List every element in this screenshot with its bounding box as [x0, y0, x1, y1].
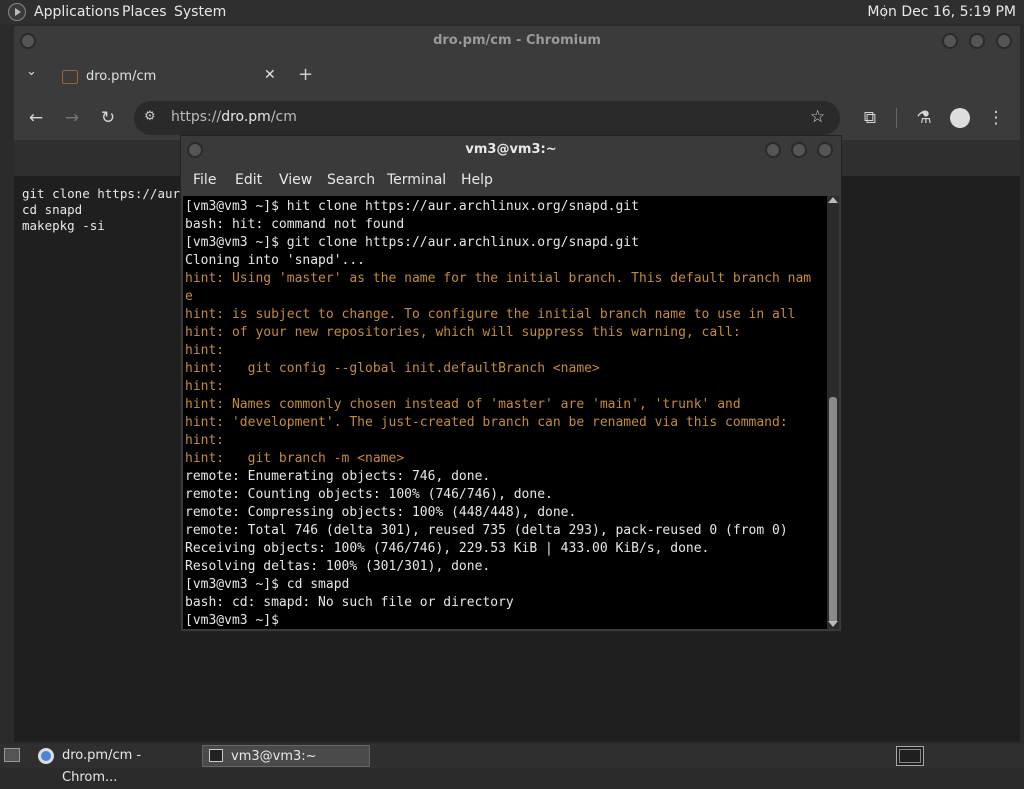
- url-scheme: https://: [171, 109, 222, 125]
- terminal-line: bash: hit: command not found: [185, 217, 405, 232]
- menu-kebab-icon[interactable]: ⋮: [982, 104, 1010, 132]
- terminal-line: bash: cd: smapd: No such file or directo…: [185, 595, 514, 610]
- menu-applications[interactable]: Applications: [34, 0, 120, 24]
- terminal-line: hint: is subject to change. To configure…: [185, 307, 796, 322]
- task-chromium-label: dro.pm/cm - Chrom...: [62, 748, 142, 785]
- terminal-maximize-button[interactable]: [791, 142, 807, 158]
- terminal-menu-help[interactable]: Help: [461, 164, 493, 196]
- bookmark-star-icon[interactable]: ☆: [810, 107, 825, 127]
- window-menu-icon[interactable]: [20, 33, 36, 49]
- terminal-line: hint:: [185, 343, 225, 358]
- tab-strip: ⌄ dro.pm/cm ✕ +: [14, 56, 1020, 96]
- terminal-titlebar: vm3@vm3:~: [181, 136, 841, 164]
- menu-places[interactable]: Places: [122, 0, 167, 24]
- close-button[interactable]: [996, 33, 1012, 49]
- terminal-minimize-button[interactable]: [765, 142, 781, 158]
- task-terminal[interactable]: vm3@vm3:~: [202, 745, 370, 767]
- terminal-line: [vm3@vm3 ~]$ hit clone https://aur.archl…: [185, 199, 639, 214]
- terminal-menubar: File Edit View Search Terminal Help: [181, 164, 841, 196]
- url-text: https://dro.pm/cm: [171, 109, 297, 125]
- tab-active[interactable]: dro.pm/cm ✕: [50, 62, 286, 96]
- back-icon[interactable]: ←: [22, 104, 50, 132]
- top-panel: Applications Places System Mon Dec 16, 5…: [0, 0, 1024, 24]
- labs-flask-icon[interactable]: ⚗: [910, 104, 938, 132]
- distro-logo-icon[interactable]: [8, 3, 26, 21]
- terminal-line: hint:: [185, 379, 225, 394]
- task-chromium[interactable]: dro.pm/cm - Chrom...: [32, 745, 200, 785]
- terminal-menu-terminal[interactable]: Terminal: [387, 164, 446, 196]
- terminal-line: hint: Names commonly chosen instead of '…: [185, 397, 741, 412]
- scroll-down-icon[interactable]: [828, 621, 838, 627]
- forward-icon[interactable]: →: [58, 104, 86, 132]
- task-terminal-label: vm3@vm3:~: [231, 749, 317, 764]
- terminal-line: Resolving deltas: 100% (301/301), done.: [185, 559, 491, 574]
- window-title: dro.pm/cm - Chromium: [14, 26, 1020, 56]
- url-host: dro.pm: [221, 109, 271, 125]
- reload-icon[interactable]: ↻: [94, 104, 122, 132]
- menu-system[interactable]: System: [174, 0, 226, 24]
- show-desktop-icon[interactable]: [4, 748, 20, 762]
- terminal-line: Receiving objects: 100% (746/746), 229.5…: [185, 541, 710, 556]
- chromium-icon: [38, 748, 54, 764]
- terminal-menu-view[interactable]: View: [279, 164, 312, 196]
- favicon-icon: [62, 70, 78, 84]
- extensions-icon[interactable]: ⧉: [856, 104, 884, 132]
- tab-title: dro.pm/cm: [86, 69, 157, 84]
- terminal-menu-file[interactable]: File: [193, 164, 216, 196]
- terminal-line: hint: of your new repositories, which wi…: [185, 325, 741, 340]
- tab-search-icon[interactable]: ⌄: [26, 64, 37, 79]
- scrollbar-thumb[interactable]: [829, 397, 837, 623]
- bottom-panel: dro.pm/cm - Chrom... vm3@vm3:~: [0, 744, 1024, 785]
- terminal-line: remote: Counting objects: 100% (746/746)…: [185, 487, 553, 502]
- toolbar-divider: [896, 108, 897, 128]
- toolbar: ← → ↻ ⚙ https://dro.pm/cm ☆ ⧉ ⚗ ⋮: [14, 96, 1020, 140]
- terminal-line: [vm3@vm3 ~]$ cd smapd: [185, 577, 350, 592]
- workspace-switcher[interactable]: [896, 746, 924, 766]
- terminal-line: Cloning into 'snapd'...: [185, 253, 366, 268]
- terminal-window: vm3@vm3:~ File Edit View Search Terminal…: [181, 136, 841, 631]
- scroll-up-icon[interactable]: [828, 197, 838, 203]
- terminal-line: hint: git config --global init.defaultBr…: [185, 361, 600, 376]
- terminal-scrollbar[interactable]: [827, 196, 839, 629]
- terminal-line: hint: 'development'. The just-created br…: [185, 415, 788, 430]
- window-title-text: dro.pm/cm - Chromium: [433, 33, 601, 48]
- terminal-line: remote: Total 746 (delta 301), reused 73…: [185, 523, 788, 538]
- terminal-line: remote: Compressing objects: 100% (448/4…: [185, 505, 577, 520]
- terminal-line: [vm3@vm3 ~]$: [185, 613, 287, 628]
- terminal-menu-search[interactable]: Search: [327, 164, 375, 196]
- terminal-output[interactable]: [vm3@vm3 ~]$ hit clone https://aur.archl…: [183, 196, 827, 629]
- terminal-menu-edit[interactable]: Edit: [235, 164, 262, 196]
- terminal-line: hint: git branch -m <name>: [185, 451, 405, 466]
- page-text: git clone https://aur cd snapd makepkg -…: [22, 186, 181, 233]
- terminal-line: hint: Using 'master' as the name for the…: [185, 271, 812, 286]
- terminal-icon: [209, 749, 223, 762]
- profile-avatar-icon[interactable]: [950, 108, 970, 128]
- terminal-line: remote: Enumerating objects: 746, done.: [185, 469, 491, 484]
- terminal-line: hint:: [185, 433, 225, 448]
- site-info-icon[interactable]: ⚙: [144, 109, 156, 124]
- maximize-button[interactable]: [969, 33, 985, 49]
- terminal-close-button[interactable]: [817, 142, 833, 158]
- terminal-line: e: [185, 289, 193, 304]
- address-bar[interactable]: ⚙ https://dro.pm/cm ☆: [134, 101, 840, 135]
- url-path: /cm: [270, 109, 297, 125]
- terminal-window-menu-icon[interactable]: [187, 142, 203, 158]
- new-tab-icon[interactable]: +: [298, 64, 313, 85]
- minimize-button[interactable]: [942, 33, 958, 49]
- tab-close-icon[interactable]: ✕: [264, 67, 276, 83]
- terminal-title: vm3@vm3:~: [465, 142, 557, 157]
- terminal-lines: [vm3@vm3 ~]$ hit clone https://aur.archl…: [185, 198, 811, 629]
- terminal-line: [vm3@vm3 ~]$ git clone https://aur.archl…: [185, 235, 639, 250]
- clock[interactable]: Mon Dec 16, 5:19 PM: [867, 0, 1016, 24]
